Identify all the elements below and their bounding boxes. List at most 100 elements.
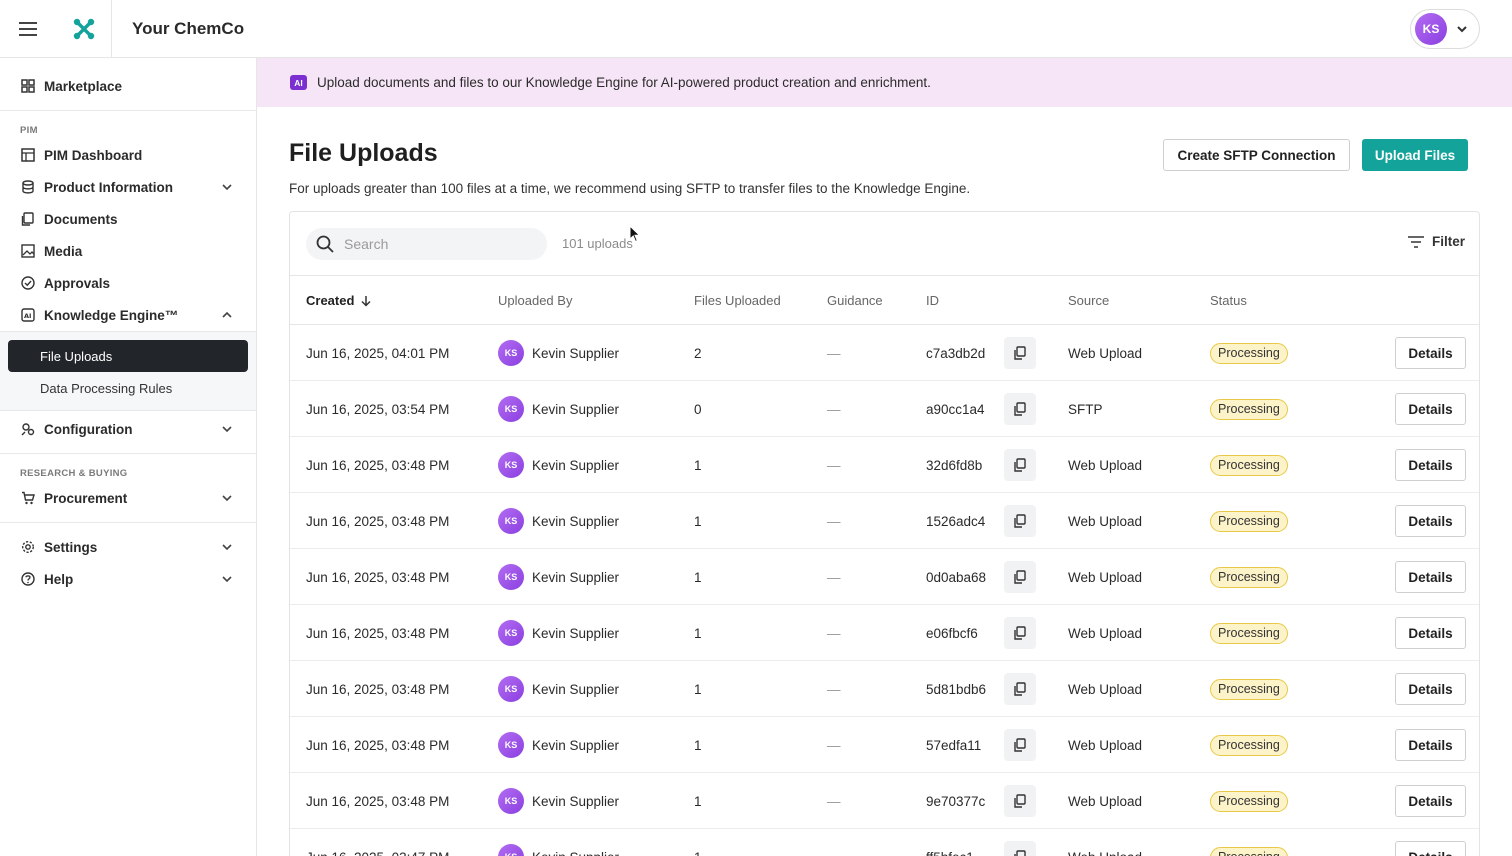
copy-id-button[interactable] <box>1004 449 1036 481</box>
menu-button[interactable] <box>0 0 56 58</box>
files-uploaded-cell: 2 <box>694 345 702 361</box>
svg-text:AI: AI <box>24 312 31 320</box>
user-name: Kevin Supplier <box>532 625 620 641</box>
details-button[interactable]: Details <box>1395 841 1466 856</box>
user-name: Kevin Supplier <box>532 737 620 753</box>
copy-id-button[interactable] <box>1004 393 1036 425</box>
files-uploaded-cell: 1 <box>694 793 702 809</box>
uploaded-by-cell: KS Kevin Supplier <box>498 437 619 493</box>
app-logo[interactable] <box>56 0 112 58</box>
chevron-down-icon <box>1457 26 1467 33</box>
files-uploaded-cell: 1 <box>694 737 702 753</box>
chevron-down-icon <box>222 544 232 551</box>
sidebar: Marketplace PIM PIM Dashboard Product In… <box>0 58 257 856</box>
user-avatar: KS <box>498 788 524 814</box>
section-label-pim: PIM <box>20 125 38 136</box>
create-sftp-connection-button[interactable]: Create SFTP Connection <box>1163 139 1350 171</box>
copy-id-button[interactable] <box>1004 785 1036 817</box>
status-badge: Processing <box>1210 342 1288 364</box>
copy-id-button[interactable] <box>1004 561 1036 593</box>
sidebar-item-data-processing-rules[interactable]: Data Processing Rules <box>8 372 248 404</box>
details-button[interactable]: Details <box>1395 449 1466 481</box>
user-menu[interactable]: KS <box>1410 9 1480 49</box>
table-row: Jun 16, 2025, 03:48 PM KS Kevin Supplier 1 —… <box>290 773 1479 829</box>
copy-id-button[interactable] <box>1004 337 1036 369</box>
status-cell: Processing <box>1210 661 1288 717</box>
status-badge: Processing <box>1210 678 1288 700</box>
copy-icon <box>1014 682 1026 696</box>
created-cell: Jun 16, 2025, 04:01 PM <box>306 345 450 361</box>
sidebar-item-procurement[interactable]: Procurement <box>0 482 256 514</box>
search-input[interactable] <box>344 236 524 252</box>
details-button[interactable]: Details <box>1395 785 1466 817</box>
uploaded-by-cell: KS Kevin Supplier <box>498 829 619 856</box>
sidebar-item-product-information[interactable]: Product Information <box>0 171 256 203</box>
search-box[interactable] <box>306 228 547 260</box>
copy-id-button[interactable] <box>1004 673 1036 705</box>
details-button[interactable]: Details <box>1395 337 1466 369</box>
copy-icon <box>1014 514 1026 528</box>
details-button[interactable]: Details <box>1395 673 1466 705</box>
sidebar-item-configuration[interactable]: Configuration <box>0 413 256 445</box>
status-badge: Processing <box>1210 734 1288 756</box>
configuration-icon <box>20 421 36 437</box>
user-name: Kevin Supplier <box>532 681 620 697</box>
table-header: Created Uploaded By Files Uploaded Guida… <box>290 276 1479 325</box>
chevron-up-icon <box>222 311 232 318</box>
guidance-cell: — <box>827 625 841 641</box>
guidance-cell: — <box>827 829 841 856</box>
table-row: Jun 16, 2025, 03:47 PM KS Kevin Supplier 1 —… <box>290 829 1479 856</box>
copy-id-button[interactable] <box>1004 729 1036 761</box>
sidebar-item-help[interactable]: Help <box>0 563 256 595</box>
source-cell: Web Upload <box>1068 569 1143 585</box>
sidebar-item-documents[interactable]: Documents <box>0 203 256 235</box>
sidebar-item-label: Approvals <box>44 275 111 291</box>
guidance-cell: — <box>827 569 841 585</box>
source-cell: SFTP <box>1068 401 1103 417</box>
sidebar-item-file-uploads[interactable]: File Uploads <box>8 340 248 372</box>
sidebar-item-pim-dashboard[interactable]: PIM Dashboard <box>0 139 256 171</box>
user-avatar: KS <box>498 564 524 590</box>
sidebar-item-label: Product Information <box>44 179 173 195</box>
uploaded-by-cell: KS Kevin Supplier <box>498 381 619 437</box>
table-row: Jun 16, 2025, 04:01 PM KS Kevin Supplier 2 —… <box>290 325 1479 381</box>
created-cell: Jun 16, 2025, 03:47 PM <box>306 829 449 856</box>
column-header-created[interactable]: Created <box>306 293 372 308</box>
sidebar-item-approvals[interactable]: Approvals <box>0 267 256 299</box>
details-button[interactable]: Details <box>1395 393 1466 425</box>
documents-icon <box>20 211 36 227</box>
details-button[interactable]: Details <box>1395 729 1466 761</box>
source-cell: Web Upload <box>1068 737 1143 753</box>
sidebar-item-media[interactable]: Media <box>0 235 256 267</box>
table-row: Jun 16, 2025, 03:54 PM KS Kevin Supplier 0 —… <box>290 381 1479 437</box>
table-toolbar: 101 uploads Filter <box>290 212 1479 276</box>
status-badge: Processing <box>1210 790 1288 812</box>
status-cell: Processing <box>1210 773 1288 829</box>
user-name: Kevin Supplier <box>532 513 620 529</box>
filter-button[interactable]: Filter <box>1407 234 1465 249</box>
copy-id-button[interactable] <box>1004 841 1036 856</box>
user-avatar: KS <box>498 676 524 702</box>
created-cell: Jun 16, 2025, 03:48 PM <box>306 513 450 529</box>
copy-id-button[interactable] <box>1004 617 1036 649</box>
user-avatar: KS <box>498 732 524 758</box>
guidance-cell: — <box>827 793 841 809</box>
sidebar-item-knowledge-engine[interactable]: AI Knowledge Engine™ <box>0 299 256 331</box>
details-button[interactable]: Details <box>1395 561 1466 593</box>
guidance-cell: — <box>827 401 841 417</box>
copy-icon <box>1014 626 1026 640</box>
upload-files-button[interactable]: Upload Files <box>1362 139 1468 171</box>
details-button[interactable]: Details <box>1395 617 1466 649</box>
status-cell: Processing <box>1210 437 1288 493</box>
guidance-cell: — <box>827 681 841 697</box>
copy-id-button[interactable] <box>1004 505 1036 537</box>
column-header-id: ID <box>926 293 939 308</box>
sidebar-item-marketplace[interactable]: Marketplace <box>0 70 256 102</box>
column-header-status: Status <box>1210 293 1247 308</box>
created-cell: Jun 16, 2025, 03:48 PM <box>306 569 450 585</box>
copy-icon <box>1014 794 1026 808</box>
sidebar-item-settings[interactable]: Settings <box>0 531 256 563</box>
image-icon <box>20 243 36 259</box>
top-bar: Your ChemCo KS <box>0 0 1512 58</box>
details-button[interactable]: Details <box>1395 505 1466 537</box>
